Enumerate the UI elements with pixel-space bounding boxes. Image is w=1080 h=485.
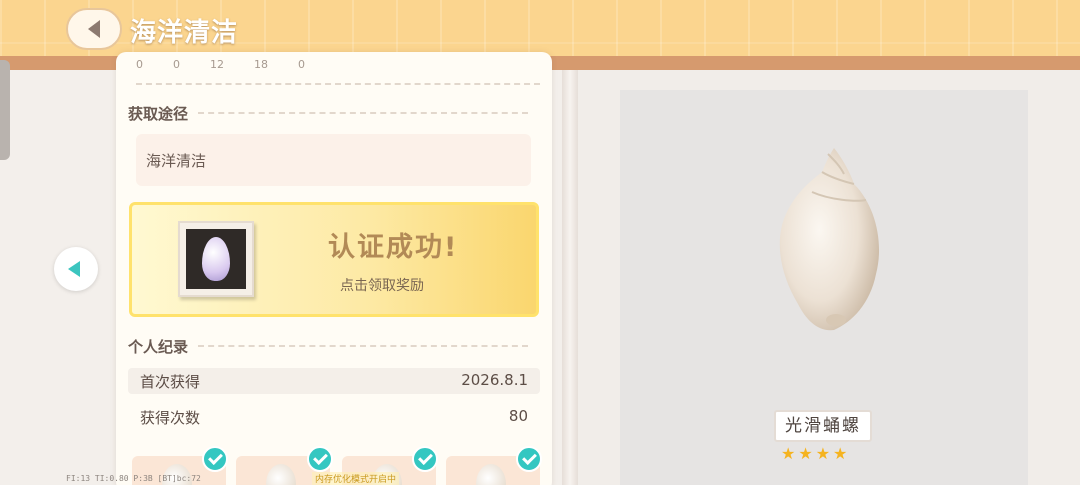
star-icon: ★ <box>781 444 796 463</box>
acquisition-section-title: 获取途径 <box>128 105 189 123</box>
stats-top-row: 0 0 12 18 0 <box>136 58 305 71</box>
memory-mode-overlay: 内存优化模式开启中 <box>312 472 400 485</box>
personal-record-section-title: 个人纪录 <box>128 338 189 356</box>
record-label: 首次获得 <box>140 373 201 391</box>
record-label: 获得次数 <box>140 409 201 427</box>
checkmark-icon <box>412 446 438 472</box>
book-spine <box>562 70 578 485</box>
item-frame <box>178 221 254 297</box>
rarity-stars: ★ ★ ★ ★ <box>781 446 847 462</box>
shell-icon <box>476 464 506 485</box>
page-title: 海洋清洁 <box>130 18 239 48</box>
checkmark-icon <box>516 446 542 472</box>
previous-item-button[interactable] <box>54 247 98 291</box>
record-row: 首次获得 2026.8.1 <box>128 368 540 394</box>
stat-top-value: 12 <box>210 58 224 71</box>
record-value: 2026.8.1 <box>461 371 528 389</box>
stat-top-value: 0 <box>136 58 143 71</box>
star-icon: ★ <box>833 444 848 463</box>
shell-icon <box>202 237 230 281</box>
checkmark-icon <box>202 446 228 472</box>
stat-top-value: 18 <box>254 58 268 71</box>
frame-inner <box>186 229 246 289</box>
stat-top-value: 0 <box>173 58 180 71</box>
info-card[interactable]: 0 0 12 18 0 获取途径 海洋清洁 认证成功! 点击领取奖励 个人纪录 … <box>116 52 552 485</box>
chevron-left-icon <box>88 20 100 38</box>
acquisition-source: 海洋清洁 <box>136 134 531 186</box>
star-icon: ★ <box>815 444 831 463</box>
divider <box>198 345 528 347</box>
stat-top-value: 0 <box>298 58 305 71</box>
certification-subtitle: 点击领取奖励 <box>340 278 424 294</box>
star-icon: ★ <box>798 444 813 463</box>
shell-image <box>779 148 880 331</box>
checkmark-icon <box>307 446 333 472</box>
record-row: 获得次数 80 <box>128 404 540 430</box>
certification-title: 认证成功! <box>328 232 459 263</box>
debug-overlay: FI:13 TI:0.80 P:3B [BT]bc:72 <box>66 474 201 483</box>
shell-icon <box>266 464 296 485</box>
certification-claim-button[interactable]: 认证成功! 点击领取奖励 <box>129 202 539 317</box>
edge-handle[interactable] <box>0 60 10 160</box>
divider <box>198 112 528 114</box>
back-button[interactable] <box>66 8 122 50</box>
record-value: 80 <box>508 407 528 425</box>
divider <box>136 83 540 85</box>
item-name: 光滑蛹螺 <box>774 410 872 442</box>
